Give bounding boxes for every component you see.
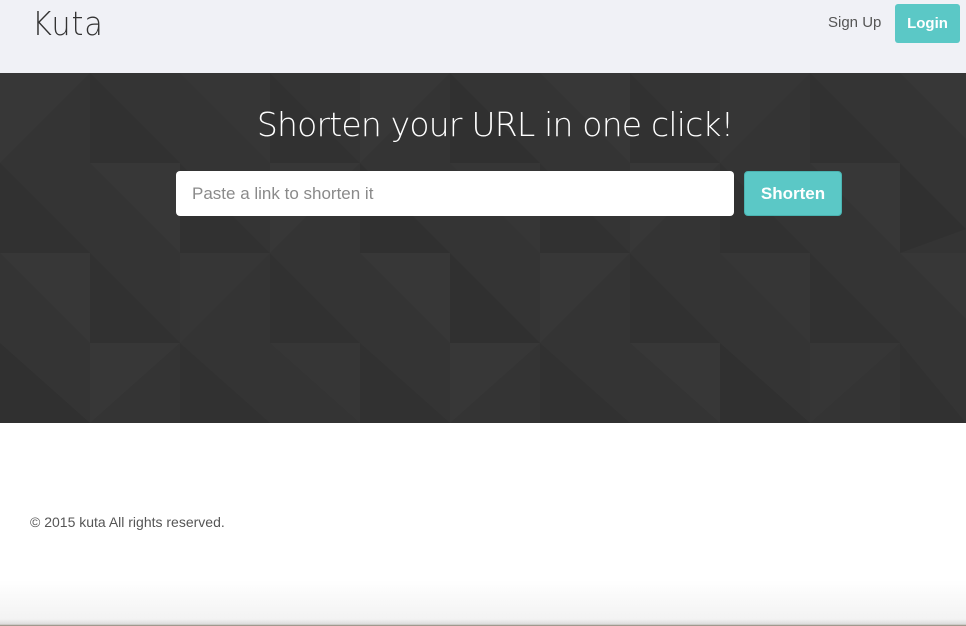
bottom-edge-fade [0, 580, 966, 626]
hero-section: Shorten your URL in one click! Shorten [0, 73, 966, 423]
url-input[interactable] [176, 171, 734, 216]
brand-logo[interactable]: Kuta [32, 4, 104, 43]
signup-link[interactable]: Sign Up [828, 14, 881, 31]
footer-copyright: © 2015 kuta All rights reserved. [30, 514, 225, 530]
shorten-button[interactable]: Shorten [744, 171, 842, 216]
top-navbar: Kuta Sign Up Login [0, 0, 966, 73]
login-button[interactable]: Login [895, 4, 960, 43]
hero-title: Shorten your URL in one click! [256, 105, 734, 144]
